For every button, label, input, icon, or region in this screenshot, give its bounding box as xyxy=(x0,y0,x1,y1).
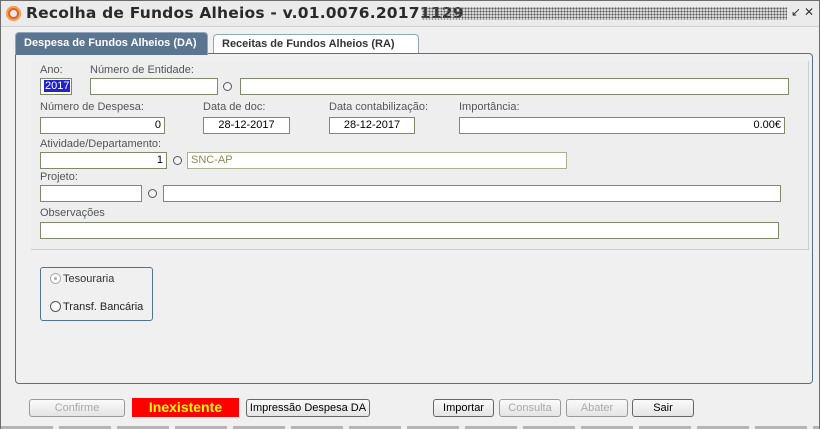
restore-icon[interactable]: ↙ xyxy=(790,6,802,19)
form-section: Ano: 2017 Número de Entidade: Número de … xyxy=(31,61,809,250)
data-doc-field[interactable]: 28-12-2017 xyxy=(203,117,290,134)
importancia-field[interactable]: 0.00€ xyxy=(459,117,785,134)
numero-despesa-label: Número de Despesa: xyxy=(40,101,144,113)
radio-unchecked-icon xyxy=(50,301,61,312)
projeto-label: Projeto: xyxy=(40,171,78,183)
radio-checked-icon xyxy=(50,273,61,284)
ano-field[interactable]: 2017 xyxy=(40,78,72,95)
payment-method-group: Tesouraria Transf. Bancária xyxy=(40,267,153,321)
entidade-description-field[interactable] xyxy=(240,78,789,95)
radio-transf-bancaria-label: Transf. Bancária xyxy=(63,301,144,313)
importancia-label: Importância: xyxy=(459,101,520,113)
projeto-field[interactable] xyxy=(40,185,142,202)
window-title: Recolha de Fundos Alheios - v.01.0076.20… xyxy=(26,4,464,22)
impressao-despesa-button[interactable]: Impressão Despesa DA xyxy=(246,399,370,417)
observacoes-label: Observações xyxy=(40,207,105,219)
close-icon[interactable]: ✕ xyxy=(803,6,815,19)
atividade-description-field[interactable]: SNC-AP xyxy=(187,152,567,169)
numero-despesa-field[interactable]: 0 xyxy=(40,117,165,134)
atividade-label: Atividade/Departamento: xyxy=(40,138,162,150)
radio-tesouraria-label: Tesouraria xyxy=(63,273,115,285)
sair-button[interactable]: Sair xyxy=(632,399,694,417)
atividade-field[interactable]: 1 xyxy=(40,152,167,169)
consulta-button[interactable]: Consulta xyxy=(499,399,561,417)
radio-tesouraria[interactable]: Tesouraria xyxy=(50,273,114,285)
ano-label: Ano: xyxy=(40,64,63,76)
title-bar-grip xyxy=(422,7,787,20)
importar-button[interactable]: Importar xyxy=(433,399,494,417)
tab-receitas-ra[interactable]: Receitas de Fundos Alheios (RA) xyxy=(213,34,419,54)
app-logo-icon xyxy=(6,6,21,21)
tab-panel: Ano: 2017 Número de Entidade: Número de … xyxy=(15,53,813,384)
numero-entidade-label: Número de Entidade: xyxy=(90,64,194,76)
data-contabilizacao-field[interactable]: 28-12-2017 xyxy=(329,117,415,134)
projeto-description-field[interactable] xyxy=(163,185,781,202)
entidade-lookup-icon[interactable] xyxy=(223,82,232,91)
observacoes-field[interactable] xyxy=(40,222,779,239)
radio-transf-bancaria[interactable]: Transf. Bancária xyxy=(50,301,143,313)
data-doc-label: Data de doc: xyxy=(203,101,266,113)
confirm-button[interactable]: Confirme xyxy=(29,399,125,417)
projeto-lookup-icon[interactable] xyxy=(148,189,157,198)
ano-value: 2017 xyxy=(44,80,71,92)
abater-button[interactable]: Abater xyxy=(566,399,628,417)
app-window: Recolha de Fundos Alheios - v.01.0076.20… xyxy=(0,0,820,429)
numero-entidade-field[interactable] xyxy=(90,78,218,95)
tab-despesa-da[interactable]: Despesa de Fundos Alheios (DA) xyxy=(15,32,208,55)
atividade-lookup-icon[interactable] xyxy=(173,156,182,165)
data-contabilizacao-label: Data contabilização: xyxy=(329,101,429,113)
status-badge: Inexistente xyxy=(132,398,239,417)
title-bar: Recolha de Fundos Alheios - v.01.0076.20… xyxy=(1,1,819,27)
